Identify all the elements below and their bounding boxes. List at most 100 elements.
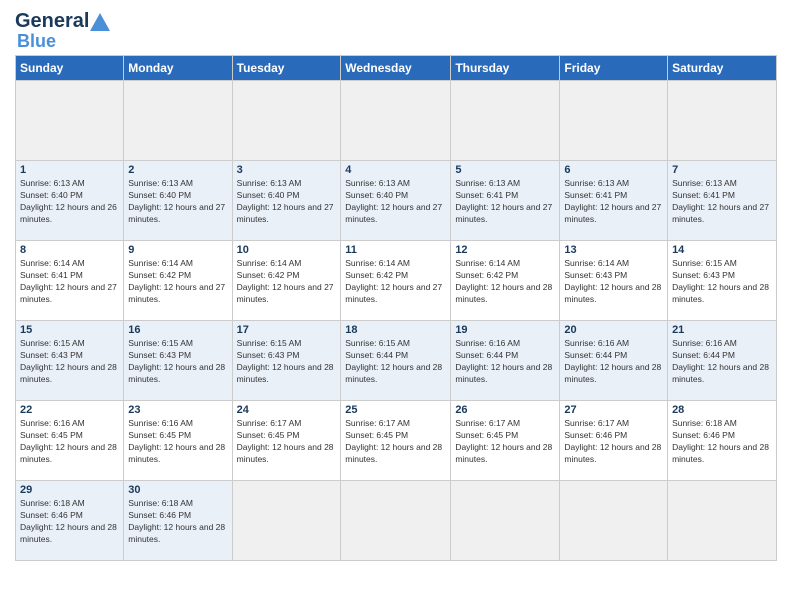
day-info: Sunrise: 6:16 AM Sunset: 6:45 PM Dayligh…: [20, 418, 119, 466]
day-number: 29: [20, 484, 119, 496]
calendar: SundayMondayTuesdayWednesdayThursdayFrid…: [15, 55, 777, 561]
day-info: Sunrise: 6:16 AM Sunset: 6:45 PM Dayligh…: [128, 418, 227, 466]
logo: General Blue: [15, 10, 111, 49]
calendar-header-wednesday: Wednesday: [341, 56, 451, 81]
day-number: 22: [20, 404, 119, 416]
calendar-cell: 7 Sunrise: 6:13 AM Sunset: 6:41 PM Dayli…: [668, 161, 777, 241]
calendar-row-1: 1 Sunrise: 6:13 AM Sunset: 6:40 PM Dayli…: [16, 161, 777, 241]
logo-icon: [90, 13, 110, 31]
calendar-cell: 3 Sunrise: 6:13 AM Sunset: 6:40 PM Dayli…: [232, 161, 341, 241]
calendar-cell: 16 Sunrise: 6:15 AM Sunset: 6:43 PM Dayl…: [124, 321, 232, 401]
day-number: 5: [455, 164, 555, 176]
page: General Blue SundayMondayTuesdayWednesda…: [0, 0, 792, 612]
day-number: 9: [128, 244, 227, 256]
day-number: 25: [345, 404, 446, 416]
day-info: Sunrise: 6:16 AM Sunset: 6:44 PM Dayligh…: [455, 338, 555, 386]
calendar-cell: 24 Sunrise: 6:17 AM Sunset: 6:45 PM Dayl…: [232, 401, 341, 481]
day-number: 15: [20, 324, 119, 336]
day-number: 20: [564, 324, 663, 336]
day-number: 21: [672, 324, 772, 336]
day-number: 11: [345, 244, 446, 256]
day-number: 30: [128, 484, 227, 496]
calendar-cell: [341, 81, 451, 161]
day-info: Sunrise: 6:13 AM Sunset: 6:41 PM Dayligh…: [455, 178, 555, 226]
day-number: 8: [20, 244, 119, 256]
calendar-cell: 6 Sunrise: 6:13 AM Sunset: 6:41 PM Dayli…: [560, 161, 668, 241]
day-number: 19: [455, 324, 555, 336]
calendar-header-tuesday: Tuesday: [232, 56, 341, 81]
calendar-cell: [232, 481, 341, 561]
day-info: Sunrise: 6:14 AM Sunset: 6:43 PM Dayligh…: [564, 258, 663, 306]
calendar-row-0: [16, 81, 777, 161]
day-info: Sunrise: 6:15 AM Sunset: 6:43 PM Dayligh…: [20, 338, 119, 386]
calendar-cell: 14 Sunrise: 6:15 AM Sunset: 6:43 PM Dayl…: [668, 241, 777, 321]
day-number: 12: [455, 244, 555, 256]
calendar-cell: 9 Sunrise: 6:14 AM Sunset: 6:42 PM Dayli…: [124, 241, 232, 321]
day-number: 16: [128, 324, 227, 336]
calendar-cell: 28 Sunrise: 6:18 AM Sunset: 6:46 PM Dayl…: [668, 401, 777, 481]
calendar-cell: [16, 81, 124, 161]
calendar-cell: 15 Sunrise: 6:15 AM Sunset: 6:43 PM Dayl…: [16, 321, 124, 401]
day-info: Sunrise: 6:13 AM Sunset: 6:40 PM Dayligh…: [345, 178, 446, 226]
day-info: Sunrise: 6:13 AM Sunset: 6:41 PM Dayligh…: [564, 178, 663, 226]
calendar-cell: 12 Sunrise: 6:14 AM Sunset: 6:42 PM Dayl…: [451, 241, 560, 321]
day-number: 3: [237, 164, 337, 176]
day-info: Sunrise: 6:16 AM Sunset: 6:44 PM Dayligh…: [564, 338, 663, 386]
day-number: 26: [455, 404, 555, 416]
calendar-cell: 11 Sunrise: 6:14 AM Sunset: 6:42 PM Dayl…: [341, 241, 451, 321]
day-number: 7: [672, 164, 772, 176]
logo-blue: Blue: [17, 33, 56, 49]
day-info: Sunrise: 6:14 AM Sunset: 6:42 PM Dayligh…: [345, 258, 446, 306]
calendar-cell: 25 Sunrise: 6:17 AM Sunset: 6:45 PM Dayl…: [341, 401, 451, 481]
calendar-row-3: 15 Sunrise: 6:15 AM Sunset: 6:43 PM Dayl…: [16, 321, 777, 401]
calendar-header-thursday: Thursday: [451, 56, 560, 81]
calendar-row-4: 22 Sunrise: 6:16 AM Sunset: 6:45 PM Dayl…: [16, 401, 777, 481]
calendar-cell: 4 Sunrise: 6:13 AM Sunset: 6:40 PM Dayli…: [341, 161, 451, 241]
calendar-cell: [451, 481, 560, 561]
calendar-cell: 10 Sunrise: 6:14 AM Sunset: 6:42 PM Dayl…: [232, 241, 341, 321]
calendar-cell: [232, 81, 341, 161]
day-number: 13: [564, 244, 663, 256]
calendar-cell: [668, 481, 777, 561]
day-number: 14: [672, 244, 772, 256]
day-info: Sunrise: 6:13 AM Sunset: 6:40 PM Dayligh…: [20, 178, 119, 226]
day-info: Sunrise: 6:15 AM Sunset: 6:43 PM Dayligh…: [672, 258, 772, 306]
header: General Blue: [15, 10, 777, 49]
day-info: Sunrise: 6:17 AM Sunset: 6:45 PM Dayligh…: [345, 418, 446, 466]
day-number: 1: [20, 164, 119, 176]
calendar-header-monday: Monday: [124, 56, 232, 81]
day-info: Sunrise: 6:17 AM Sunset: 6:45 PM Dayligh…: [455, 418, 555, 466]
day-info: Sunrise: 6:18 AM Sunset: 6:46 PM Dayligh…: [128, 498, 227, 546]
day-info: Sunrise: 6:15 AM Sunset: 6:43 PM Dayligh…: [128, 338, 227, 386]
calendar-cell: [451, 81, 560, 161]
calendar-cell: 5 Sunrise: 6:13 AM Sunset: 6:41 PM Dayli…: [451, 161, 560, 241]
calendar-cell: [560, 481, 668, 561]
calendar-cell: 29 Sunrise: 6:18 AM Sunset: 6:46 PM Dayl…: [16, 481, 124, 561]
day-number: 10: [237, 244, 337, 256]
day-number: 27: [564, 404, 663, 416]
day-info: Sunrise: 6:14 AM Sunset: 6:42 PM Dayligh…: [237, 258, 337, 306]
calendar-cell: 20 Sunrise: 6:16 AM Sunset: 6:44 PM Dayl…: [560, 321, 668, 401]
calendar-cell: 23 Sunrise: 6:16 AM Sunset: 6:45 PM Dayl…: [124, 401, 232, 481]
calendar-header-row: SundayMondayTuesdayWednesdayThursdayFrid…: [16, 56, 777, 81]
day-info: Sunrise: 6:13 AM Sunset: 6:40 PM Dayligh…: [237, 178, 337, 226]
calendar-cell: 22 Sunrise: 6:16 AM Sunset: 6:45 PM Dayl…: [16, 401, 124, 481]
day-info: Sunrise: 6:17 AM Sunset: 6:46 PM Dayligh…: [564, 418, 663, 466]
day-number: 18: [345, 324, 446, 336]
calendar-header-saturday: Saturday: [668, 56, 777, 81]
day-number: 6: [564, 164, 663, 176]
day-number: 2: [128, 164, 227, 176]
calendar-cell: [124, 81, 232, 161]
day-info: Sunrise: 6:15 AM Sunset: 6:44 PM Dayligh…: [345, 338, 446, 386]
calendar-cell: 21 Sunrise: 6:16 AM Sunset: 6:44 PM Dayl…: [668, 321, 777, 401]
calendar-cell: 30 Sunrise: 6:18 AM Sunset: 6:46 PM Dayl…: [124, 481, 232, 561]
calendar-cell: 27 Sunrise: 6:17 AM Sunset: 6:46 PM Dayl…: [560, 401, 668, 481]
day-number: 4: [345, 164, 446, 176]
calendar-cell: 26 Sunrise: 6:17 AM Sunset: 6:45 PM Dayl…: [451, 401, 560, 481]
calendar-cell: [341, 481, 451, 561]
calendar-cell: 2 Sunrise: 6:13 AM Sunset: 6:40 PM Dayli…: [124, 161, 232, 241]
calendar-header-sunday: Sunday: [16, 56, 124, 81]
calendar-cell: 19 Sunrise: 6:16 AM Sunset: 6:44 PM Dayl…: [451, 321, 560, 401]
logo-general: General: [15, 10, 89, 33]
calendar-header-friday: Friday: [560, 56, 668, 81]
